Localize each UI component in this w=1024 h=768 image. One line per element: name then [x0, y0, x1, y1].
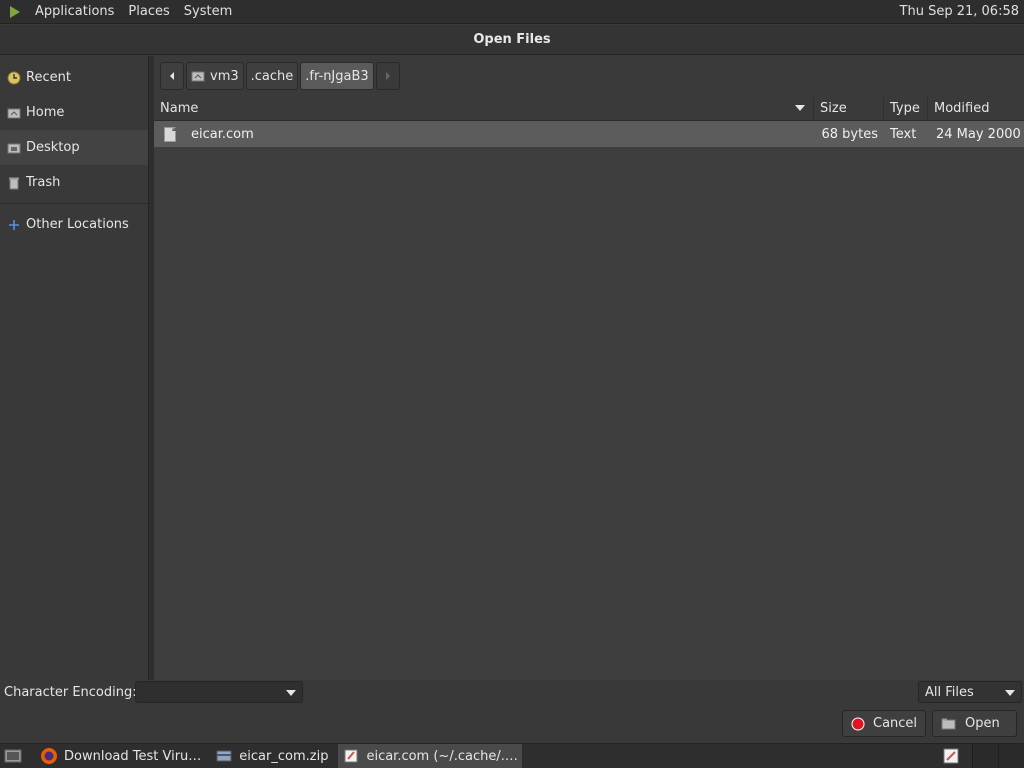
sidebar-separator	[0, 203, 148, 204]
column-header-modified[interactable]: Modified	[928, 97, 1024, 121]
filter-value: All Files	[925, 684, 974, 700]
sidebar-item-home[interactable]: Home	[0, 95, 148, 130]
text-editor-icon	[342, 747, 360, 765]
sidebar-item-desktop[interactable]: Desktop	[0, 130, 148, 165]
path-crumb-vm3[interactable]: vm3	[186, 62, 244, 90]
taskbar-item-label: Download Test Viru…	[64, 748, 202, 764]
menu-places[interactable]: Places	[121, 0, 176, 24]
cancel-icon	[851, 717, 865, 731]
taskbar-item-label: eicar.com (~/.cache/.…	[366, 748, 518, 764]
path-back-button[interactable]	[160, 62, 184, 90]
sort-descending-icon	[795, 104, 805, 111]
taskbar-item-label: eicar_com.zip	[239, 748, 329, 764]
column-header-size[interactable]: Size	[814, 96, 884, 121]
file-size-cell: 68 bytes	[821, 126, 879, 142]
open-button[interactable]: Open	[932, 710, 1017, 737]
dialog-title: Open Files	[0, 25, 1024, 55]
column-header-row: Name Size Type Modified	[154, 96, 1024, 121]
menu-applications[interactable]: Applications	[28, 0, 121, 24]
column-name-label: Name	[160, 101, 199, 116]
cancel-label: Cancel	[873, 716, 918, 731]
chevron-right-icon	[385, 72, 390, 80]
desktop-folder-icon	[6, 140, 22, 156]
sidebar-item-label: Desktop	[26, 140, 80, 155]
chevron-left-icon	[170, 72, 174, 80]
file-name-cell: eicar.com	[154, 121, 814, 147]
trash-icon	[6, 175, 22, 191]
sidebar-item-other-locations[interactable]: Other Locations	[0, 207, 148, 242]
top-panel: Applications Places System Thu Sep 21, 0…	[0, 0, 1024, 24]
open-label: Open	[965, 716, 1000, 731]
sidebar-item-label: Trash	[26, 175, 61, 190]
table-row[interactable]: eicar.com 68 bytes Text 24 May 2000	[154, 121, 1024, 147]
taskbar-item-firefox[interactable]: Download Test Viru…	[36, 744, 205, 768]
workspace-switcher[interactable]	[972, 744, 1024, 768]
bottom-taskbar: Download Test Viru… eicar_com.zip eicar.…	[0, 743, 1024, 768]
file-type-cell: Text	[890, 126, 917, 142]
main-menu-icon[interactable]	[4, 0, 28, 24]
taskbar-item-text-editor[interactable]: eicar.com (~/.cache/.…	[338, 744, 522, 768]
file-filter-select[interactable]: All Files	[918, 681, 1022, 703]
file-list[interactable]: Name Size Type Modified eicar.com 68 byt…	[154, 96, 1024, 680]
plus-icon	[6, 217, 22, 233]
text-file-icon	[164, 126, 176, 142]
sidebar-item-trash[interactable]: Trash	[0, 165, 148, 200]
home-folder-icon	[191, 69, 205, 83]
menu-system[interactable]: System	[177, 0, 239, 24]
character-encoding-select[interactable]	[135, 681, 303, 703]
sidebar-item-label: Other Locations	[26, 217, 129, 232]
path-crumb-current[interactable]: .fr-nJgaB3	[300, 62, 374, 90]
column-size-label: Size	[820, 101, 847, 116]
show-desktop-button[interactable]	[0, 744, 32, 768]
file-modified-cell: 24 May 2000	[936, 126, 1021, 142]
character-encoding-label: Character Encoding:	[4, 685, 137, 700]
desktop-icon	[4, 747, 22, 765]
dialog-footer: Character Encoding: All Files Cancel Ope…	[0, 680, 1024, 742]
column-type-label: Type	[890, 101, 920, 116]
column-header-name[interactable]: Name	[154, 96, 814, 121]
tray-notes-icon[interactable]	[938, 745, 964, 767]
path-crumb-cache[interactable]: .cache	[245, 62, 299, 90]
path-crumb-label: vm3	[210, 68, 239, 84]
sidebar-item-recent[interactable]: Recent	[0, 60, 148, 95]
path-bar: vm3 .cache .fr-nJgaB3	[160, 62, 402, 90]
file-name: eicar.com	[191, 126, 254, 142]
column-modified-label: Modified	[934, 101, 990, 116]
chevron-down-icon	[286, 690, 296, 696]
sidebar-item-label: Home	[26, 105, 65, 120]
places-sidebar: Recent Home Desktop Trash Other Location…	[0, 56, 149, 680]
sidebar-item-label: Recent	[26, 70, 71, 85]
path-crumb-label: .fr-nJgaB3	[305, 68, 369, 84]
home-folder-icon	[6, 105, 22, 121]
open-folder-icon	[941, 717, 957, 731]
archive-manager-icon	[215, 747, 233, 765]
clock[interactable]: Thu Sep 21, 06:58	[900, 0, 1019, 24]
column-header-type[interactable]: Type	[884, 96, 928, 121]
workspace-2[interactable]	[998, 744, 1024, 768]
cancel-button[interactable]: Cancel	[842, 710, 926, 737]
firefox-icon	[40, 747, 58, 765]
path-forward-button[interactable]	[375, 62, 400, 90]
path-crumb-label: .cache	[250, 68, 294, 84]
chevron-down-icon	[1005, 690, 1015, 696]
taskbar-item-archive[interactable]: eicar_com.zip	[211, 744, 332, 768]
clock-icon	[6, 70, 22, 86]
workspace-1[interactable]	[972, 744, 998, 768]
